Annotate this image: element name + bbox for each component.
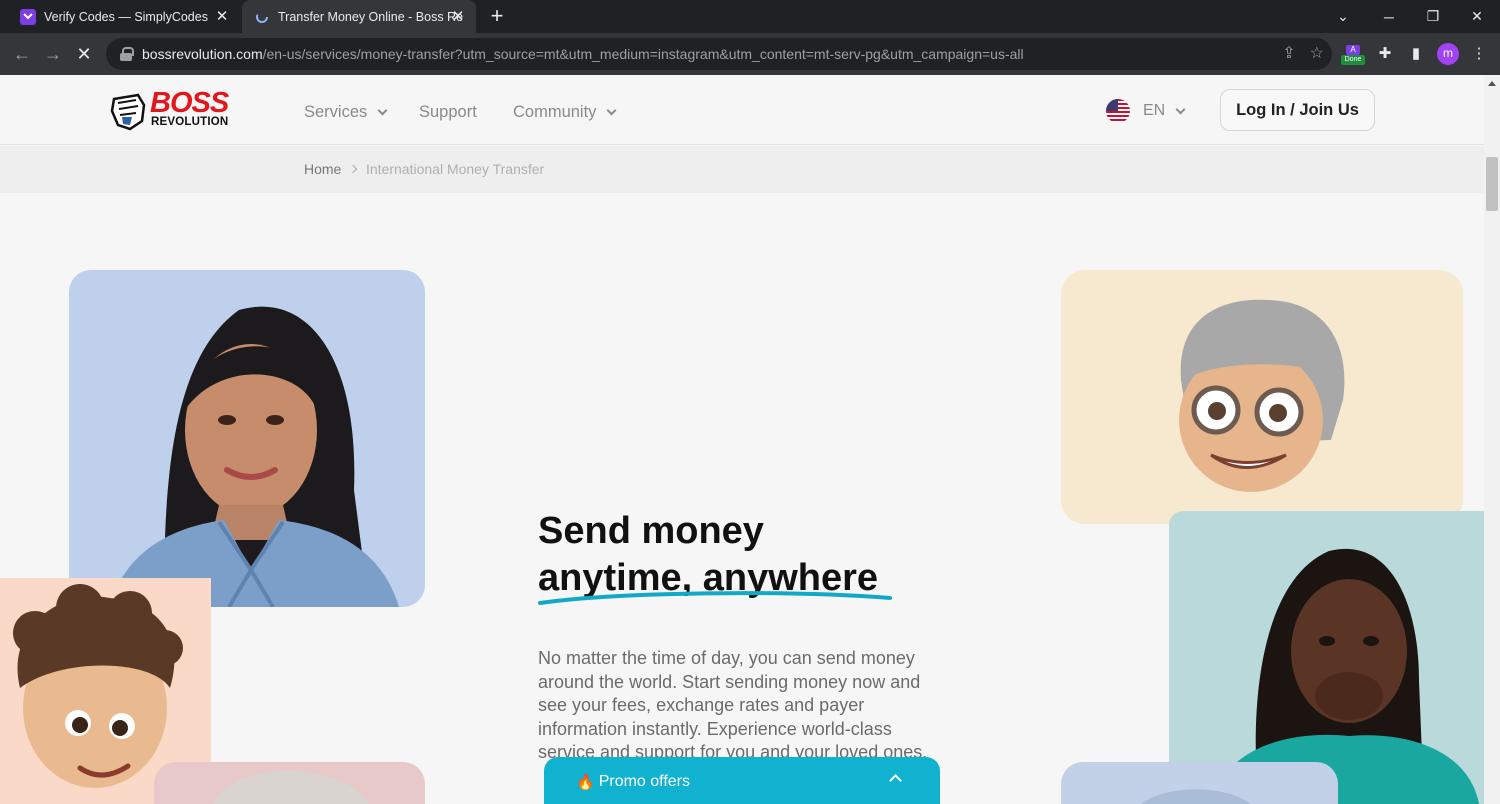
login-join-button[interactable]: Log In / Join Us <box>1220 89 1375 131</box>
nav-support-label: Support <box>419 103 477 121</box>
us-flag-icon <box>1106 99 1130 123</box>
nav-services[interactable]: Services <box>304 103 388 122</box>
chevron-down-icon <box>1175 104 1186 114</box>
hero-title-line1: Send money <box>538 510 764 552</box>
close-tab-icon[interactable]: ✕ <box>214 9 230 25</box>
girl-laughing-portrait-image <box>1169 511 1484 804</box>
elder-portrait-image <box>154 762 425 804</box>
chevron-down-icon <box>377 105 388 116</box>
stop-loading-icon[interactable]: ✕ <box>72 42 96 66</box>
nav-support[interactable]: Support <box>419 103 477 122</box>
chevron-down-icon <box>606 105 617 116</box>
minimize-icon[interactable]: ─ <box>1366 0 1412 33</box>
extension-done-icon[interactable]: A Done <box>1341 45 1365 67</box>
profile-avatar[interactable]: m <box>1437 43 1459 65</box>
tab-boss-revolution[interactable]: Transfer Money Online - Boss Re ✕ <box>242 0 476 33</box>
promo-offers-label: Promo offers <box>598 773 690 790</box>
tab-search-icon[interactable]: ⌄ <box>1320 0 1366 33</box>
simplycodes-favicon-icon <box>20 8 36 25</box>
flame-icon: 🔥 <box>576 774 595 791</box>
title-underline-swoosh <box>538 591 892 605</box>
close-tab-icon[interactable]: ✕ <box>450 9 466 25</box>
blue-portrait-image <box>1061 762 1338 804</box>
extensions-puzzle-icon[interactable]: ✚ <box>1374 43 1396 65</box>
chevron-right-icon <box>348 164 358 174</box>
memoji-woman-headscarf-image <box>1061 270 1463 524</box>
chevron-up-icon[interactable] <box>889 774 902 787</box>
extension-badge-top: A <box>1346 45 1360 55</box>
new-tab-icon[interactable]: + <box>486 5 508 27</box>
woman-portrait-image <box>69 270 425 607</box>
lock-icon <box>120 47 134 61</box>
fist-logo-icon <box>110 93 146 131</box>
extension-badge-bottom: Done <box>1341 55 1365 65</box>
url-path: /en-us/services/money-transfer?utm_sourc… <box>262 46 1024 62</box>
logo-wordmark-bottom: REVOLUTION <box>151 116 229 128</box>
loading-favicon-icon <box>254 9 270 25</box>
breadcrumb-current: International Money Transfer <box>366 161 545 177</box>
site-header: BOSS REVOLUTION Services Support Communi… <box>0 75 1484 145</box>
forward-icon[interactable]: → <box>41 42 65 66</box>
page-scrollbar[interactable] <box>1484 75 1500 804</box>
breadcrumb-home-link[interactable]: Home <box>304 161 341 177</box>
restore-icon[interactable]: ❐ <box>1410 0 1456 33</box>
bookmark-star-icon[interactable]: ☆ <box>1310 43 1324 63</box>
browser-tab-bar: Verify Codes — SimplyCodes ✕ Transfer Mo… <box>0 0 1500 33</box>
hero-title: Send money anytime, anywhere <box>538 508 878 602</box>
language-selector[interactable]: EN <box>1106 99 1186 123</box>
tab-title: Verify Codes — SimplyCodes <box>44 9 208 24</box>
breadcrumb: Home International Money Transfer <box>0 146 1484 193</box>
browser-toolbar: ← → ✕ bossrevolution.com/en-us/services/… <box>0 33 1500 75</box>
nav-community[interactable]: Community <box>513 103 617 122</box>
side-panel-icon[interactable]: ▮ <box>1405 43 1427 65</box>
page-viewport: BOSS REVOLUTION Services Support Communi… <box>0 75 1484 804</box>
url-host: bossrevolution.com <box>142 46 263 62</box>
boss-revolution-logo[interactable]: BOSS REVOLUTION <box>108 87 242 131</box>
tab-title: Transfer Money Online - Boss Re <box>278 9 464 24</box>
share-icon[interactable]: ⇪ <box>1282 43 1295 63</box>
language-code: EN <box>1143 102 1166 119</box>
hero-description: No matter the time of day, you can send … <box>538 648 928 762</box>
scrollbar-thumb[interactable] <box>1486 157 1498 211</box>
address-bar[interactable]: bossrevolution.com/en-us/services/money-… <box>106 38 1332 70</box>
close-window-icon[interactable]: ✕ <box>1454 0 1500 33</box>
more-menu-icon[interactable]: ⋮ <box>1468 43 1490 65</box>
nav-services-label: Services <box>304 103 368 121</box>
tab-simplycodes[interactable]: Verify Codes — SimplyCodes ✕ <box>8 0 240 33</box>
promo-offers-bar[interactable]: 🔥 Promo offers <box>544 757 940 804</box>
scroll-up-arrow-icon[interactable] <box>1488 81 1496 86</box>
back-icon[interactable]: ← <box>10 42 34 66</box>
nav-community-label: Community <box>513 103 597 121</box>
